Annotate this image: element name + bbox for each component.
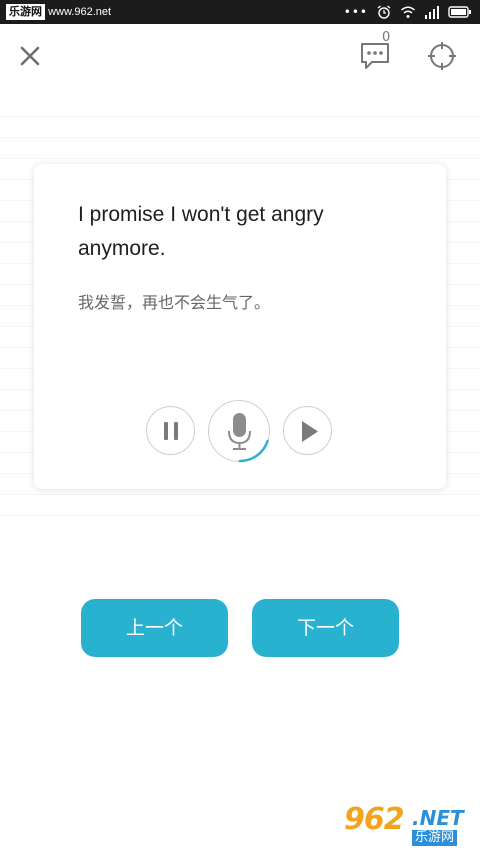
play-button[interactable] [283, 406, 332, 455]
wifi-icon [401, 6, 415, 18]
target-icon [428, 42, 456, 70]
watermark-logo: 962 .NET 乐游网 [338, 800, 474, 848]
status-bar-site: 乐游网 www.962.net [6, 4, 111, 20]
pause-icon [164, 422, 178, 440]
more-dots: ••• [343, 5, 368, 19]
battery-icon [448, 6, 471, 18]
site-url: www.962.net [48, 6, 112, 18]
watermark-number: 962 [344, 802, 405, 837]
english-sentence: I promise I won't get angry anymore. [78, 203, 324, 260]
chat-count-badge: 0 [382, 30, 391, 45]
status-bar: 乐游网 www.962.net ••• [0, 0, 480, 24]
next-button[interactable]: 下一个 [252, 599, 399, 657]
record-progress-arc [238, 439, 269, 463]
record-progress-stroke [238, 439, 269, 463]
signal-icon [425, 6, 439, 19]
watermark-suffix: .NET [412, 806, 464, 830]
close-button[interactable] [14, 40, 46, 72]
close-icon [20, 46, 40, 66]
alarm-icon [377, 5, 391, 19]
site-badge: 乐游网 [6, 4, 45, 20]
previous-button[interactable]: 上一个 [81, 599, 228, 657]
chinese-translation: 我发誓，再也不会生气了。 [78, 293, 271, 312]
sentence-card: I promise I won't get angry anymore. 我发誓… [34, 164, 446, 489]
watermark-name: 乐游网 [412, 830, 458, 846]
status-bar-icons: ••• [344, 4, 472, 20]
target-button[interactable] [426, 40, 458, 72]
record-button[interactable] [208, 400, 270, 463]
play-icon [302, 421, 318, 442]
pause-button[interactable] [146, 406, 195, 455]
